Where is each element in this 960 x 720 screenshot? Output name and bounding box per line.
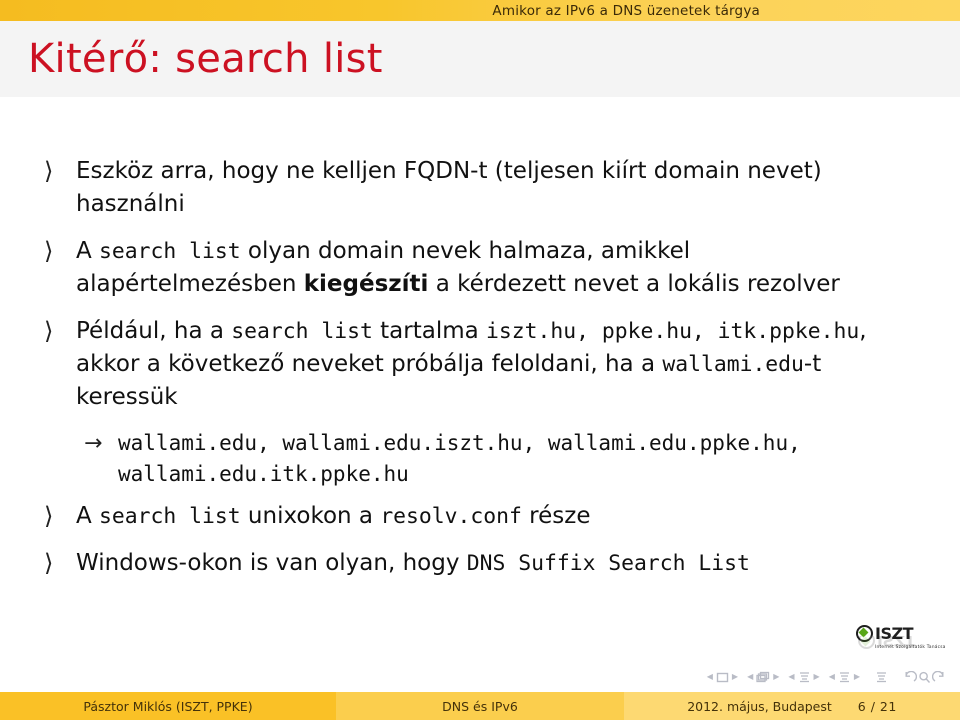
forward-arrow-icon[interactable] bbox=[932, 670, 946, 684]
list-item-text: A search list olyan domain nevek halmaza… bbox=[76, 238, 840, 297]
list-item: ⟩ Windows-okon is van olyan, hogy DNS Su… bbox=[44, 547, 916, 580]
subsection-icon[interactable] bbox=[798, 671, 811, 683]
list-item-text: Windows-okon is van olyan, hogy DNS Suff… bbox=[76, 550, 750, 576]
iszt-logo: ISZT Internet Szolgáltatók Tanácsa ISZT bbox=[856, 622, 952, 672]
nav-slide-group[interactable]: ◀ ▶ bbox=[707, 672, 738, 683]
slide-body: ⟩ Eszköz arra, hogy ne kelljen FQDN-t (t… bbox=[0, 97, 960, 665]
nav-history-group[interactable] bbox=[903, 670, 946, 684]
back-arrow-icon[interactable] bbox=[903, 670, 917, 684]
next-frame-icon[interactable]: ▶ bbox=[773, 673, 779, 681]
footer-author-segment: Pásztor Miklós (ISZT, PPKE) bbox=[0, 692, 336, 720]
list-item-text: A search list unixokon a resolv.conf rés… bbox=[76, 503, 591, 529]
angle-bracket-bullet-icon: ⟩ bbox=[44, 549, 54, 577]
presentation-overview-icon[interactable] bbox=[875, 671, 888, 683]
list-item: ⟩ A search list olyan domain nevek halma… bbox=[44, 235, 916, 301]
frame-title-band: Kitérő: search list bbox=[0, 21, 960, 97]
prev-section-icon[interactable]: ◀ bbox=[829, 673, 835, 681]
logo-reflection-word: ISZT bbox=[877, 636, 915, 651]
angle-bracket-bullet-icon: ⟩ bbox=[44, 317, 54, 345]
section-headline-bar: Amikor az IPv6 a DNS üzenetek tárgya bbox=[0, 0, 960, 21]
footer-bar: Pásztor Miklós (ISZT, PPKE) DNS és IPv6 … bbox=[0, 692, 960, 720]
logo-reflection: ISZT bbox=[858, 636, 952, 652]
footer-subject-segment: DNS és IPv6 bbox=[336, 692, 624, 720]
frame-stack-icon[interactable] bbox=[756, 671, 770, 683]
search-icon[interactable] bbox=[918, 671, 931, 684]
angle-bracket-bullet-icon: ⟩ bbox=[44, 502, 54, 530]
beamer-navigation-symbols[interactable]: ◀ ▶ ◀ ▶ ◀ ▶ ◀ ▶ bbox=[707, 668, 946, 686]
footer-author: Pásztor Miklós (ISZT, PPKE) bbox=[83, 698, 253, 714]
list-item: ⟩ A search list unixokon a resolv.conf r… bbox=[44, 500, 916, 533]
nav-subsection-group[interactable]: ◀ ▶ bbox=[788, 671, 820, 683]
slide-icon[interactable] bbox=[716, 672, 729, 683]
arrow-right-bullet-icon: → bbox=[84, 431, 103, 456]
nav-frame-group[interactable]: ◀ ▶ bbox=[747, 671, 779, 683]
angle-bracket-bullet-icon: ⟩ bbox=[44, 237, 54, 265]
footer-event: 2012. május, Budapest bbox=[687, 698, 832, 714]
section-icon[interactable] bbox=[838, 671, 851, 683]
prev-slide-icon[interactable]: ◀ bbox=[707, 673, 713, 681]
footer-subject: DNS és IPv6 bbox=[442, 698, 518, 714]
next-slide-icon[interactable]: ▶ bbox=[732, 673, 738, 681]
list-item-text: Eszköz arra, hogy ne kelljen FQDN-t (tel… bbox=[76, 158, 822, 217]
nav-section-group[interactable]: ◀ ▶ bbox=[829, 671, 860, 683]
next-subsection-icon[interactable]: ▶ bbox=[814, 673, 820, 681]
sub-list-item-text: wallami.edu, wallami.edu.iszt.hu, wallam… bbox=[118, 431, 801, 486]
list-item: ⟩ Eszköz arra, hogy ne kelljen FQDN-t (t… bbox=[44, 155, 916, 221]
prev-frame-icon[interactable]: ◀ bbox=[747, 673, 753, 681]
section-title: Amikor az IPv6 a DNS üzenetek tárgya bbox=[492, 2, 760, 19]
footer-page-number: 6 / 21 bbox=[857, 698, 897, 714]
prev-subsection-icon[interactable]: ◀ bbox=[788, 673, 794, 681]
list-item: ⟩ Például, ha a search list tartalma isz… bbox=[44, 315, 916, 414]
footer-event-segment: 2012. május, Budapest 6 / 21 bbox=[624, 692, 960, 720]
page-title: Kitérő: search list bbox=[28, 36, 383, 82]
list-item-text: Például, ha a search list tartalma iszt.… bbox=[76, 318, 867, 410]
sub-list-item: → wallami.edu, wallami.edu.iszt.hu, wall… bbox=[84, 428, 916, 490]
next-section-icon[interactable]: ▶ bbox=[854, 673, 860, 681]
angle-bracket-bullet-icon: ⟩ bbox=[44, 157, 54, 185]
